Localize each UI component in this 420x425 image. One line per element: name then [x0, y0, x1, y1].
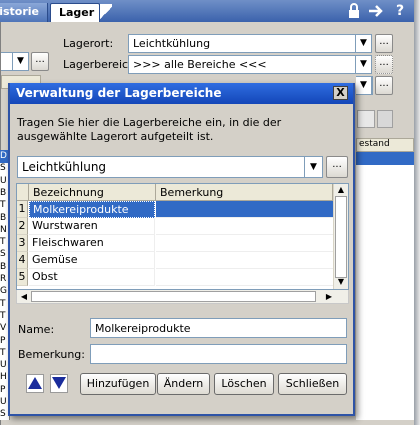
cell-bemerkung[interactable]: [156, 235, 333, 252]
arrow-up-icon: [28, 377, 42, 389]
cell-bezeichnung[interactable]: Molkereiprodukte: [29, 201, 155, 218]
column-header-bezeichnung[interactable]: Bezeichnung: [29, 184, 156, 201]
chevron-down-icon[interactable]: ▼: [356, 55, 372, 74]
bemerkung-label: Bemerkung:: [18, 348, 85, 361]
move-up-button[interactable]: [26, 374, 44, 393]
location-select[interactable]: Leichtkühlung: [17, 156, 305, 178]
table-row[interactable]: 2 Wurstwaren: [17, 218, 333, 235]
left-partial-field[interactable]: [1, 52, 13, 71]
tab-label: Bestellhistorie: [0, 5, 39, 18]
scroll-up-icon[interactable]: ▲: [334, 184, 348, 196]
table-row[interactable]: 5 Obst: [17, 269, 333, 286]
vertical-scrollbar[interactable]: ▲ ▼: [333, 184, 348, 289]
arrow-right-icon[interactable]: [368, 3, 384, 19]
tab-label: Lager: [59, 6, 95, 19]
table-row[interactable]: 1 Molkereiprodukte: [17, 201, 333, 218]
scroll-thumb[interactable]: [335, 196, 347, 278]
cell-bemerkung[interactable]: [156, 252, 333, 269]
add-button[interactable]: Hinzufügen: [80, 373, 156, 395]
name-field[interactable]: Molkereiprodukte: [90, 318, 347, 338]
row-number: 4: [17, 252, 28, 269]
side-button[interactable]: [357, 110, 375, 128]
window-edge: [414, 0, 420, 425]
tab-bestellhistorie[interactable]: Bestellhistorie: [0, 3, 48, 22]
column-header-bestand: estand: [356, 138, 414, 152]
cell-bezeichnung[interactable]: Obst: [29, 269, 155, 286]
lagerbereich-dots-button[interactable]: ...: [375, 55, 393, 74]
help-icon[interactable]: ?: [392, 3, 408, 19]
row-number: 2: [17, 218, 28, 235]
arrow-down-icon: [52, 377, 66, 389]
table-row[interactable]: 4 Gemüse: [17, 252, 333, 269]
dialog-title: Verwaltung der Lagerbereiche: [10, 83, 353, 104]
cell-bemerkung[interactable]: [156, 201, 333, 218]
chevron-down-icon[interactable]: ▼: [356, 76, 372, 95]
cell-bezeichnung[interactable]: Fleischwaren: [29, 235, 155, 252]
cell-bezeichnung[interactable]: Gemüse: [29, 252, 155, 269]
bemerkung-field[interactable]: [90, 344, 347, 364]
grid-corner: [17, 184, 29, 201]
lagerort-label: Lagerort:: [63, 37, 114, 50]
close-icon[interactable]: X: [333, 86, 348, 100]
name-label: Name:: [18, 323, 55, 336]
lagerbereiche-dialog: Verwaltung der Lagerbereiche X Tragen Si…: [8, 83, 355, 416]
chevron-down-icon[interactable]: ▼: [305, 156, 323, 178]
move-down-button[interactable]: [50, 374, 68, 393]
scroll-left-icon[interactable]: ◀: [18, 290, 30, 304]
location-dots-button[interactable]: ...: [326, 156, 348, 178]
dialog-instruction: Tragen Sie hier die Lagerbereiche ein, i…: [17, 116, 282, 143]
scroll-right-icon[interactable]: ▶: [323, 290, 335, 304]
row-number: 5: [17, 269, 28, 286]
third-dots-button[interactable]: ...: [375, 76, 393, 95]
cell-bemerkung[interactable]: [156, 269, 333, 286]
row-number: 3: [17, 235, 28, 252]
chevron-down-icon[interactable]: ▼: [356, 34, 372, 53]
edit-button[interactable]: Ändern: [157, 373, 210, 395]
table-row[interactable]: 3 Fleischwaren: [17, 235, 333, 252]
background-list-right: [356, 165, 414, 420]
side-button-2[interactable]: [377, 110, 393, 128]
row-number: 1: [17, 201, 28, 218]
scroll-down-icon[interactable]: ▼: [334, 276, 348, 288]
chevron-down-icon[interactable]: ▼: [13, 52, 29, 71]
lagerbereiche-grid: Bezeichnung Bemerkung 1 Molkereiprodukte 2…: [16, 183, 349, 290]
lagerort-dots-button[interactable]: ...: [375, 34, 393, 53]
tab-edge: [100, 4, 112, 22]
scroll-thumb[interactable]: [31, 291, 316, 302]
horizontal-scrollbar[interactable]: ◀ ▶: [16, 290, 349, 304]
column-header-bemerkung[interactable]: Bemerkung: [156, 184, 333, 201]
cell-bezeichnung[interactable]: Wurstwaren: [29, 218, 155, 235]
lagerbereich-select[interactable]: >>> alle Bereiche <<<: [128, 55, 356, 74]
lagerort-select[interactable]: Leichtkühlung: [128, 34, 356, 53]
close-button[interactable]: Schließen: [278, 373, 347, 395]
delete-button[interactable]: Löschen: [214, 373, 274, 395]
lock-icon[interactable]: [346, 3, 362, 19]
cell-bemerkung[interactable]: [156, 218, 333, 235]
tab-lager[interactable]: Lager: [50, 3, 100, 22]
selected-row-highlight: [356, 152, 414, 165]
left-dots-button[interactable]: ...: [31, 52, 49, 71]
